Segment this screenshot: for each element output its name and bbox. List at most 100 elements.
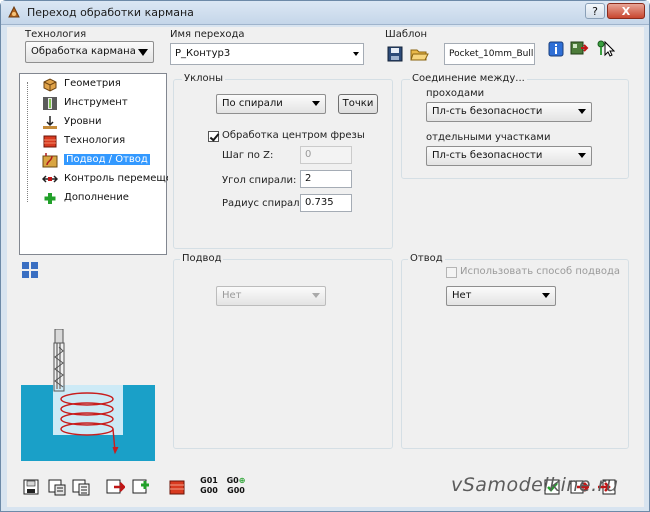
spiral-radius-input[interactable]: 0.735: [300, 194, 352, 212]
dialog-body: Технология Обработка кармана Имя переход…: [7, 27, 644, 507]
tree-item-motion-control[interactable]: Контроль перемеще: [24, 171, 168, 188]
connection-title: Соединение между...: [410, 73, 527, 84]
tree-item-levels[interactable]: Уровни: [24, 114, 166, 131]
ramp-mode-value: По спирали: [222, 98, 283, 109]
retract-title: Отвод: [408, 253, 445, 264]
info-icon[interactable]: [546, 39, 566, 59]
technology-label: Технология: [25, 29, 87, 40]
ramp-mode-dropdown[interactable]: По спирали: [216, 94, 326, 114]
spiral-radius-value: 0.735: [305, 197, 334, 208]
open-folder-icon[interactable]: [409, 44, 429, 64]
tree-item-label: Контроль перемеще: [64, 173, 168, 184]
tree-item-label: Дополнение: [64, 192, 129, 203]
save-template-icon[interactable]: [385, 44, 405, 64]
retract-dropdown[interactable]: Нет: [446, 286, 556, 306]
use-approach-checkbox: [446, 267, 457, 278]
sections-label: отдельными участками: [426, 132, 551, 143]
z-step-label: Шаг по Z:: [222, 150, 274, 161]
template-input[interactable]: Pocket_10mm_Bull.tr: [444, 43, 535, 65]
z-step-value: 0: [305, 149, 312, 160]
g01-label: G01: [200, 476, 218, 485]
tree-item-geometry[interactable]: Геометрия: [24, 76, 166, 93]
sections-value: Пл-сть безопасности: [432, 150, 543, 161]
import-icon[interactable]: [569, 38, 589, 58]
sections-dropdown[interactable]: Пл-сть безопасности: [426, 146, 592, 166]
tree-item-approach-retract[interactable]: Подвод / Отвод: [24, 152, 166, 169]
tree-item-label: Уровни: [64, 116, 102, 127]
connection-group: Соединение между... проходами Пл-сть без…: [401, 73, 629, 179]
plus-icon: ⊕: [238, 476, 246, 485]
tree-item-technology[interactable]: Технология: [24, 133, 166, 150]
center-cutter-checkbox[interactable]: [208, 131, 219, 142]
save-as-icon[interactable]: [47, 477, 67, 497]
close-button[interactable]: X: [607, 3, 645, 19]
g00-label: G00: [200, 486, 218, 495]
window-title: Переход обработки кармана: [27, 6, 194, 19]
spiral-angle-input[interactable]: 2: [300, 170, 352, 188]
geometry-icon: [43, 78, 57, 92]
technology-dropdown[interactable]: Обработка кармана: [25, 41, 154, 63]
levels-icon: [43, 116, 57, 129]
template-value: Pocket_10mm_Bull.tr: [449, 49, 535, 59]
tree-item-label: Технология: [64, 135, 126, 146]
g0-label: G0: [226, 476, 239, 485]
approach-retract-icon: [42, 153, 58, 168]
tree-item-label: Геометрия: [64, 78, 121, 89]
center-cutter-label: Обработка центром фрезы: [222, 130, 365, 141]
pick-cursor-icon[interactable]: [595, 38, 615, 58]
passes-label: проходами: [426, 88, 485, 99]
retract-value: Нет: [452, 290, 472, 301]
tree-item-tool[interactable]: Инструмент: [24, 95, 166, 112]
approach-value: Нет: [222, 290, 242, 301]
passes-dropdown[interactable]: Пл-сть безопасности: [426, 102, 592, 122]
z-step-input: 0: [300, 146, 352, 164]
layout-grid-icon[interactable]: [21, 261, 39, 279]
spiral-angle-label: Угол спирали:: [222, 175, 297, 186]
help-button[interactable]: ?: [585, 3, 605, 19]
g00b-label: G00: [227, 486, 245, 495]
save-all-icon[interactable]: [71, 477, 91, 497]
export-red-icon[interactable]: [105, 477, 125, 497]
spiral-angle-value: 2: [305, 173, 312, 184]
helix-ramp-illustration: [21, 329, 155, 461]
template-label: Шаблон: [385, 29, 428, 40]
ramps-group: Уклоны По спирали Точки Обработка центро…: [173, 73, 393, 249]
name-value: P_Контур3: [175, 48, 231, 59]
technology-icon: [43, 135, 57, 148]
g01-g00-button[interactable]: G01 G00: [197, 476, 221, 500]
g0-row: G0⊕: [223, 476, 249, 486]
chevron-down-icon: [578, 109, 586, 114]
approach-title: Подвод: [180, 253, 224, 264]
chevron-down-icon: [578, 153, 586, 158]
title-bar[interactable]: Переход обработки кармана ? X: [1, 1, 649, 25]
app-icon: [8, 5, 20, 18]
approach-dropdown: Нет: [216, 286, 326, 306]
section-tree[interactable]: Геометрия Инструмент Уровни Технология П…: [19, 73, 168, 255]
save-icon[interactable]: [21, 477, 41, 497]
approach-group: Подвод Нет: [173, 253, 393, 449]
watermark: vSamodelkine.ru: [451, 474, 619, 496]
chevron-down-icon: [138, 49, 148, 56]
spiral-radius-label: Радиус спирали:: [222, 198, 310, 209]
tool-icon: [43, 97, 57, 110]
use-approach-label: Использовать способ подвода: [460, 266, 621, 277]
chevron-down-icon: [542, 293, 550, 298]
g0-g00-button[interactable]: G0⊕ G00: [223, 476, 249, 500]
points-button[interactable]: Точки: [338, 94, 378, 114]
ramps-title: Уклоны: [182, 73, 226, 84]
retract-group: Отвод Использовать способ подвода Нет: [401, 253, 629, 449]
name-label: Имя перехода: [170, 29, 245, 40]
technology-block-icon[interactable]: [167, 477, 187, 497]
export-green-icon[interactable]: [131, 477, 151, 497]
dialog-window: Переход обработки кармана ? X Технология…: [0, 0, 650, 512]
tree-item-label: Подвод / Отвод: [64, 154, 150, 165]
addition-icon: [44, 193, 56, 204]
tree-item-addition[interactable]: Дополнение: [24, 190, 166, 207]
name-input[interactable]: P_Контур3: [170, 43, 364, 65]
tree-item-label: Инструмент: [64, 97, 128, 108]
chevron-down-icon: [312, 101, 320, 106]
passes-value: Пл-сть безопасности: [432, 106, 543, 117]
chevron-down-icon[interactable]: [353, 52, 359, 56]
chevron-down-icon: [312, 293, 320, 298]
technology-value: Обработка кармана: [31, 46, 136, 57]
